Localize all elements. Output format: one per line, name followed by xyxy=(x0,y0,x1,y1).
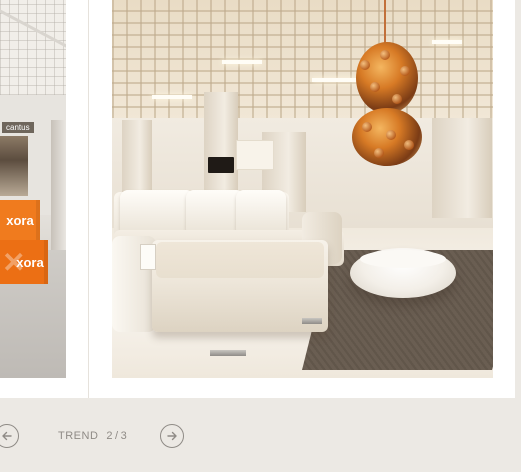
black-lamp xyxy=(208,157,234,173)
chandelier-disc xyxy=(370,82,380,92)
chaise-cushion xyxy=(156,242,324,278)
xora-logo-text: xora xyxy=(16,254,44,270)
sofa-leg xyxy=(210,350,246,356)
showroom-column xyxy=(51,120,66,250)
sofa-leg xyxy=(302,318,322,324)
chandelier-disc xyxy=(362,122,372,132)
showroom-shelving xyxy=(432,118,492,218)
card-divider xyxy=(88,0,89,398)
chandelier-rod xyxy=(384,0,386,46)
chandelier-disc xyxy=(386,130,396,140)
showroom-pillar xyxy=(204,92,238,202)
white-lamp xyxy=(236,140,274,170)
ceiling-light xyxy=(432,40,462,44)
xora-display-box: xora xyxy=(0,200,40,240)
coffered-ceiling xyxy=(112,0,493,120)
next-slide-button[interactable] xyxy=(160,424,184,448)
counter-separator: / xyxy=(115,430,119,442)
arrow-left-icon xyxy=(2,431,12,441)
ceiling-light xyxy=(152,95,192,99)
chandelier-disc xyxy=(392,94,402,104)
chandelier-disc xyxy=(374,148,384,158)
section-label: TREND xyxy=(58,430,99,442)
chandelier-disc xyxy=(360,60,370,70)
ceiling-light xyxy=(222,60,262,64)
chandelier-disc xyxy=(400,66,410,76)
store-sign: cantus xyxy=(2,122,34,133)
arrow-right-icon xyxy=(167,431,177,441)
display-shelf xyxy=(0,136,28,196)
chandelier-disc xyxy=(404,140,414,150)
xora-display-box-lower: ✕ xora xyxy=(0,240,48,284)
xora-logo-text: xora xyxy=(6,212,34,228)
chandelier-disc xyxy=(380,50,390,60)
current-slide-number: 2 xyxy=(106,430,114,442)
total-slides: 3 xyxy=(120,430,128,442)
showroom-display xyxy=(122,120,152,200)
coffee-table-top xyxy=(360,250,446,268)
slide-counter: TREND 2/3 xyxy=(58,430,127,442)
previous-slide-image[interactable]: cantus xora ✕ xora xyxy=(0,0,66,378)
current-slide-image[interactable] xyxy=(112,0,493,378)
previous-slide-button[interactable] xyxy=(0,424,19,448)
price-tag xyxy=(140,244,156,270)
